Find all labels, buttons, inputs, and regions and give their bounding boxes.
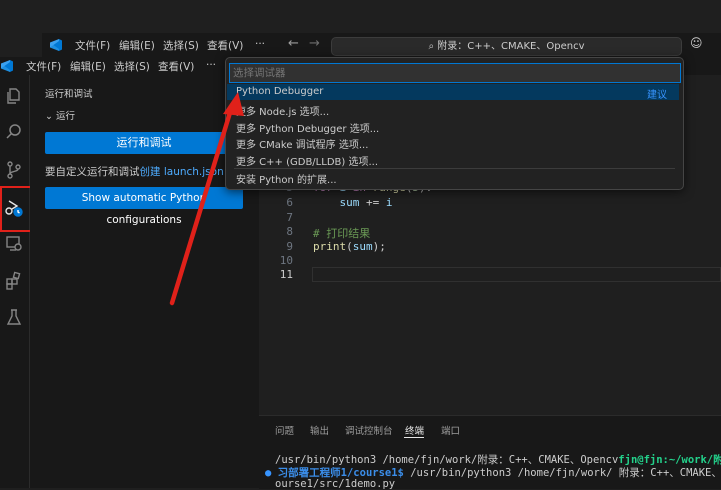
quick-pick-item-install-python[interactable]: 安装 Python 的扩展... bbox=[236, 171, 337, 186]
line-number: 6 bbox=[286, 196, 293, 209]
back-arrow-icon[interactable]: ← bbox=[288, 36, 299, 51]
tab-output[interactable]: 输出 bbox=[310, 423, 329, 437]
command-center-search[interactable]: ⌕ 附录：C++、CMAKE、Opencv bbox=[331, 37, 682, 56]
quick-pick-separator bbox=[234, 168, 675, 169]
menu-more[interactable]: ··· bbox=[206, 59, 216, 71]
current-line-highlight bbox=[312, 267, 721, 282]
code-comment: # 打印结果 bbox=[313, 227, 371, 240]
extensions-icon[interactable] bbox=[3, 270, 25, 292]
source-control-icon[interactable] bbox=[3, 159, 25, 181]
command-center-label: 附录：C++、CMAKE、Opencv bbox=[437, 41, 585, 52]
explorer-icon[interactable] bbox=[3, 85, 25, 107]
quick-pick-item-nodejs[interactable]: 更多 Node.js 选项... bbox=[236, 103, 329, 118]
vscode-logo-icon bbox=[1, 60, 13, 72]
testing-icon[interactable] bbox=[3, 306, 25, 328]
menu-edit[interactable]: 编辑(E) bbox=[70, 59, 106, 74]
search-icon[interactable] bbox=[3, 121, 25, 143]
forward-arrow-icon[interactable]: → bbox=[309, 36, 320, 51]
menu-file[interactable]: 文件(F) bbox=[26, 59, 61, 74]
code-line: sum += i bbox=[339, 196, 393, 209]
tab-debug-console[interactable]: 调试控制台 bbox=[345, 423, 393, 437]
line-number: 11 bbox=[279, 268, 293, 281]
code-line: print(sum); bbox=[313, 240, 386, 253]
line-number: 9 bbox=[286, 240, 293, 253]
active-tab-indicator bbox=[404, 437, 424, 438]
ghost-menu-view[interactable]: 查看(V) bbox=[207, 38, 243, 53]
line-number: 10 bbox=[279, 254, 293, 267]
quick-pick-suggested-tag: 建议 bbox=[647, 90, 667, 101]
ghost-menu-file[interactable]: 文件(F) bbox=[75, 38, 110, 53]
ghost-menu-more[interactable]: ··· bbox=[255, 38, 265, 50]
ghost-menu-select[interactable]: 选择(S) bbox=[163, 38, 199, 53]
quick-pick-item-cpp[interactable]: 更多 C++ (GDB/LLDB) 选项... bbox=[236, 153, 378, 168]
line-number: 7 bbox=[286, 211, 293, 224]
background-window bbox=[0, 0, 721, 33]
tab-ports[interactable]: 端口 bbox=[441, 423, 460, 437]
debugger-quick-pick-input[interactable] bbox=[229, 63, 681, 83]
line-number: 8 bbox=[286, 225, 293, 238]
terminal-line[interactable]: ourse1/src/1demo.py bbox=[275, 478, 395, 490]
remote-explorer-icon[interactable] bbox=[3, 233, 25, 255]
quick-pick-item-python-debugger[interactable]: Python Debugger bbox=[236, 86, 323, 97]
section-header-run[interactable]: ⌄ 运行 bbox=[45, 108, 75, 122]
menu-select[interactable]: 选择(S) bbox=[114, 59, 150, 74]
menu-view[interactable]: 查看(V) bbox=[158, 59, 194, 74]
run-and-debug-button[interactable]: 运行和调试 bbox=[45, 132, 243, 154]
ghost-menu-edit[interactable]: 编辑(E) bbox=[119, 38, 155, 53]
activity-bar bbox=[0, 75, 30, 488]
search-icon: ⌕ bbox=[428, 41, 435, 52]
quick-pick-item-python-more[interactable]: 更多 Python Debugger 选项... bbox=[236, 120, 379, 135]
sidebar-title: 运行和调试 bbox=[45, 89, 93, 100]
chevron-down-icon: ⌄ bbox=[45, 111, 56, 122]
vscode-logo-icon bbox=[50, 39, 62, 51]
show-python-configurations-button[interactable]: Show automatic Python configurations bbox=[45, 187, 243, 226]
copilot-icon[interactable]: ☺ bbox=[690, 36, 703, 50]
tab-problems[interactable]: 问题 bbox=[275, 423, 294, 437]
quick-pick-item-cmake[interactable]: 更多 CMake 调试程序 选项... bbox=[236, 136, 368, 151]
tab-terminal[interactable]: 终端 bbox=[405, 423, 424, 437]
